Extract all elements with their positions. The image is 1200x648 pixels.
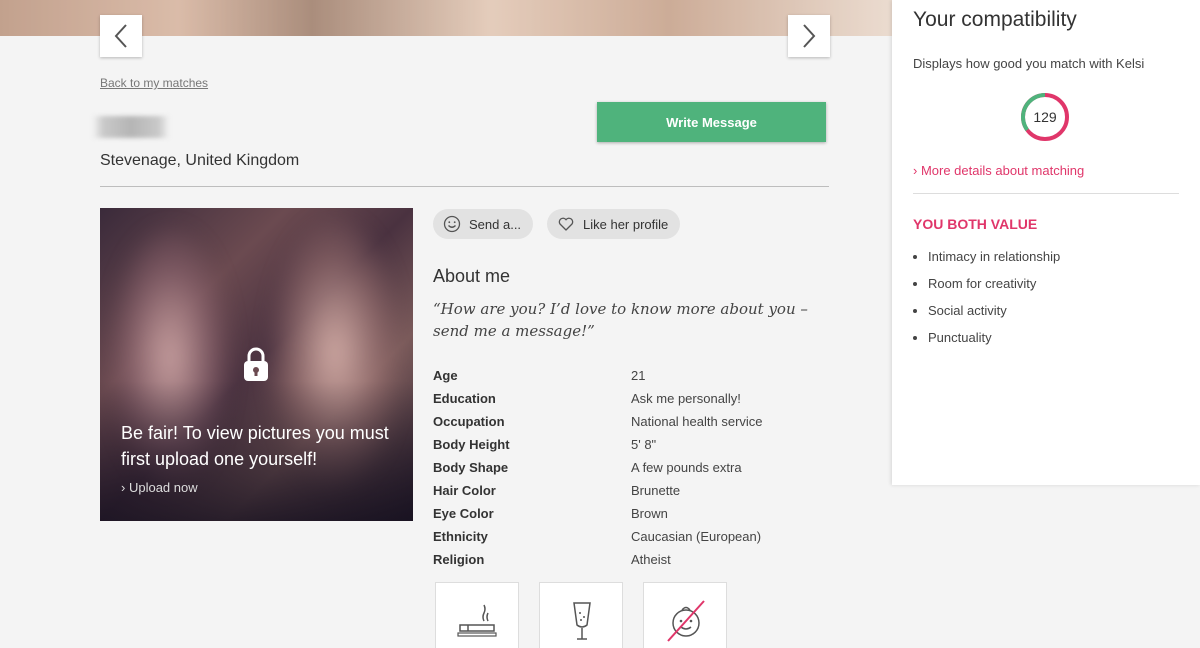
- detail-value: 5' 8": [631, 437, 657, 452]
- next-profile-button[interactable]: [788, 15, 830, 57]
- like-profile-button[interactable]: Like her profile: [547, 209, 681, 239]
- shared-values-list: Intimacy in relationship Room for creati…: [913, 243, 1060, 351]
- detail-label: Ethnicity: [433, 529, 488, 544]
- champagne-icon: [573, 602, 591, 640]
- chevron-right-icon: ›: [121, 480, 129, 495]
- about-me-quote: “How are you? I’d love to know more abou…: [433, 300, 808, 340]
- detail-label: Body Height: [433, 437, 510, 452]
- no-children-icon: [667, 600, 705, 642]
- lock-icon: [244, 347, 268, 381]
- detail-row-education: Education Ask me personally!: [433, 387, 763, 410]
- compatibility-panel: Your compatibility Displays how good you…: [892, 0, 1200, 485]
- smiley-icon: [443, 215, 461, 233]
- detail-value: Ask me personally!: [631, 391, 741, 406]
- detail-row-age: Age 21: [433, 364, 763, 387]
- you-both-value-heading: YOU BOTH VALUE: [913, 216, 1038, 232]
- detail-label: Religion: [433, 552, 485, 567]
- more-details-link[interactable]: › More details about matching: [913, 163, 1084, 178]
- habit-children-card: [643, 582, 727, 648]
- detail-value: A few pounds extra: [631, 460, 742, 475]
- upload-now-link[interactable]: › Upload now: [121, 480, 198, 495]
- detail-value: Brunette: [631, 483, 681, 498]
- chevron-right-icon: ›: [913, 163, 921, 178]
- compatibility-title: Your compatibility: [913, 8, 1077, 31]
- detail-value: 21: [631, 368, 646, 383]
- detail-label: Eye Color: [433, 506, 494, 521]
- header-divider: [100, 186, 829, 187]
- write-message-button[interactable]: Write Message: [597, 102, 826, 142]
- about-me-heading: About me: [433, 266, 511, 286]
- detail-label: Hair Color: [433, 483, 496, 498]
- habit-drinking-card: [539, 582, 623, 648]
- detail-value: Atheist: [631, 552, 671, 567]
- detail-value: Brown: [631, 506, 668, 521]
- detail-label: Body Shape: [433, 460, 509, 475]
- chevron-left-icon: [114, 24, 127, 48]
- send-a-label: Send a...: [469, 216, 522, 232]
- detail-value: Caucasian (European): [631, 529, 762, 544]
- profile-location: Stevenage, United Kingdom: [100, 152, 300, 169]
- photo-upload-message: Be fair! To view pictures you must first…: [121, 423, 389, 469]
- detail-row-eye-color: Eye Color Brown: [433, 502, 763, 525]
- send-a-button[interactable]: Send a...: [433, 209, 534, 239]
- compatibility-score: 129: [1033, 109, 1057, 125]
- back-to-matches-link[interactable]: Back to my matches: [100, 76, 208, 90]
- detail-row-religion: Religion Atheist: [433, 548, 763, 571]
- profile-name-blurred: [92, 116, 170, 138]
- profile-details-table: Age 21 Education Ask me personally! Occupa…: [433, 364, 763, 571]
- detail-row-ethnicity: Ethnicity Caucasian (European): [433, 525, 763, 548]
- heart-icon: [558, 217, 574, 231]
- detail-label: Education: [433, 391, 496, 406]
- detail-row-hair-color: Hair Color Brunette: [433, 479, 763, 502]
- upload-now-label: Upload now: [128, 480, 198, 495]
- detail-label: Occupation: [433, 414, 505, 429]
- list-item: Punctuality: [913, 324, 1060, 351]
- detail-value: National health service: [631, 414, 763, 429]
- list-item: Intimacy in relationship: [913, 243, 1060, 270]
- detail-row-body-shape: Body Shape A few pounds extra: [433, 456, 763, 479]
- list-item: Social activity: [913, 297, 1060, 324]
- previous-profile-button[interactable]: [100, 15, 142, 57]
- habit-smoking-card: [435, 582, 519, 648]
- detail-label: Age: [433, 368, 458, 383]
- chevron-right-icon: [803, 24, 816, 48]
- like-profile-label: Like her profile: [583, 216, 669, 232]
- more-details-label: More details about matching: [920, 163, 1085, 178]
- compatibility-subtitle: Displays how good you match with Kelsi: [913, 56, 1145, 71]
- detail-row-occupation: Occupation National health service: [433, 410, 763, 433]
- cigarette-icon: [457, 604, 497, 637]
- list-item: Room for creativity: [913, 270, 1060, 297]
- detail-row-body-height: Body Height 5' 8": [433, 433, 763, 456]
- panel-divider: [913, 193, 1179, 194]
